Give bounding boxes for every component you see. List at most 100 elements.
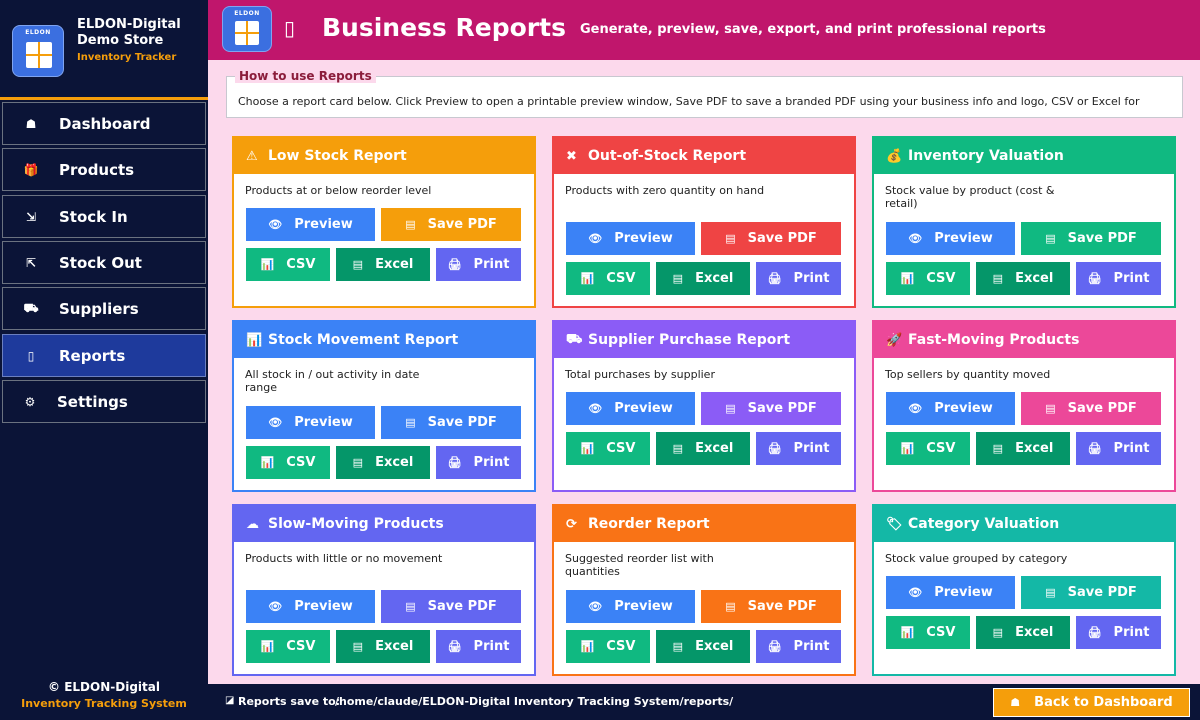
csv-button[interactable]: 📊 CSV	[886, 616, 970, 649]
sidebar-item-reports[interactable]: ▯ Reports	[2, 334, 206, 377]
card-header: 🏷 Category Valuation	[874, 506, 1174, 542]
csv-button[interactable]: 📊 CSV	[566, 432, 650, 465]
report-card-inventory-valuation: 💰 Inventory Valuation Stock value by produ…	[872, 136, 1176, 308]
csv-button[interactable]: 📊 CSV	[566, 262, 650, 295]
button-label: Preview	[614, 599, 673, 614]
csv-button[interactable]: 📊 CSV	[566, 630, 650, 663]
sidebar-item-products[interactable]: 🎁 Products	[2, 148, 206, 191]
logo-tag: ELDON	[25, 29, 51, 36]
sidebar-item-dashboard[interactable]: ☗ Dashboard	[2, 102, 206, 145]
excel-button[interactable]: ▤ Excel	[656, 262, 750, 295]
excel-button[interactable]: ▤ Excel	[336, 248, 430, 281]
sidebar-item-stock-out[interactable]: ⇱ Stock Out	[2, 241, 206, 284]
csv-button[interactable]: 📊 CSV	[886, 432, 970, 465]
print-button[interactable]: 🖨 Print	[436, 446, 521, 479]
csv-button[interactable]: 📊 CSV	[246, 630, 330, 663]
button-label: Save PDF	[747, 231, 817, 246]
rocket-icon: 🚀	[886, 332, 903, 348]
preview-button[interactable]: 👁 Preview	[886, 392, 1015, 425]
document-icon: ▤	[405, 218, 416, 231]
report-card-supplier-purchase-report: ⛟ Supplier Purchase Report Total purchases…	[552, 320, 856, 492]
save-pdf-button[interactable]: ▤ Save PDF	[1021, 576, 1161, 609]
excel-button[interactable]: ▤ Excel	[656, 432, 750, 465]
grid-icon	[235, 21, 259, 45]
report-icon: ▯	[27, 348, 35, 363]
preview-button[interactable]: 👁 Preview	[566, 392, 695, 425]
store-subtitle: Inventory Tracker	[77, 52, 177, 63]
printer-icon: 🖨	[767, 442, 782, 455]
store-logo: ELDON	[12, 25, 64, 77]
card-title: Fast-Moving Products	[908, 332, 1080, 348]
preview-button[interactable]: 👁 Preview	[886, 576, 1015, 609]
page-title: Business Reports	[322, 13, 566, 42]
back-to-dashboard-button[interactable]: ☗ Back to Dashboard	[993, 688, 1190, 717]
save-pdf-button[interactable]: ▤ Save PDF	[701, 222, 841, 255]
spreadsheet-icon: ▤	[672, 640, 684, 653]
csv-button[interactable]: 📊 CSV	[246, 248, 330, 281]
button-label: Print	[793, 639, 830, 654]
excel-button[interactable]: ▤ Excel	[336, 630, 430, 663]
save-pdf-button[interactable]: ▤ Save PDF	[381, 406, 521, 439]
brand-header: ELDON ELDON-Digital Demo Store Inventory…	[0, 0, 208, 100]
preview-button[interactable]: 👁 Preview	[566, 590, 695, 623]
print-button[interactable]: 🖨 Print	[756, 262, 841, 295]
button-label: Preview	[614, 401, 673, 416]
excel-button[interactable]: ▤ Excel	[976, 616, 1070, 649]
save-pdf-button[interactable]: ▤ Save PDF	[1021, 222, 1161, 255]
document-icon: ▤	[405, 600, 416, 613]
button-label: Preview	[934, 231, 993, 246]
sidebar-item-settings[interactable]: ⚙ Settings	[2, 380, 206, 423]
report-icon: ▯	[284, 16, 296, 40]
excel-button[interactable]: ▤ Excel	[336, 446, 430, 479]
status-bar: ◪ Reports save to: /home/claude/ELDON-Di…	[208, 684, 1200, 720]
save-pdf-button[interactable]: ▤ Save PDF	[381, 590, 521, 623]
print-button[interactable]: 🖨 Print	[1076, 262, 1161, 295]
eye-icon: 👁	[588, 402, 603, 415]
preview-button[interactable]: 👁 Preview	[886, 222, 1015, 255]
button-label: CSV	[926, 271, 956, 286]
card-description: Products with little or no movement	[245, 552, 443, 565]
card-title: Slow-Moving Products	[268, 516, 444, 532]
preview-button[interactable]: 👁 Preview	[566, 222, 695, 255]
warning-icon: ⚠	[246, 148, 258, 164]
print-button[interactable]: 🖨 Print	[756, 432, 841, 465]
preview-button[interactable]: 👁 Preview	[246, 590, 375, 623]
report-card-stock-movement-report: 📊 Stock Movement Report All stock in / out…	[232, 320, 536, 492]
excel-button[interactable]: ▤ Excel	[976, 262, 1070, 295]
sidebar-item-stock-in[interactable]: ⇲ Stock In	[2, 195, 206, 238]
save-pdf-button[interactable]: ▤ Save PDF	[381, 208, 521, 241]
sidebar-item-label: Stock In	[59, 207, 128, 226]
save-pdf-button[interactable]: ▤ Save PDF	[1021, 392, 1161, 425]
print-button[interactable]: 🖨 Print	[756, 630, 841, 663]
header-logo-tag: ELDON	[234, 10, 260, 17]
report-card-fast-moving-products: 🚀 Fast-Moving Products Top sellers by quan…	[872, 320, 1176, 492]
card-description: All stock in / out activity in date rang…	[245, 368, 420, 394]
button-label: Preview	[934, 585, 993, 600]
csv-button[interactable]: 📊 CSV	[886, 262, 970, 295]
button-label: CSV	[606, 441, 636, 456]
system-name: Inventory Tracking System	[21, 697, 187, 710]
print-button[interactable]: 🖨 Print	[436, 248, 521, 281]
gift-icon: 🎁	[23, 162, 39, 177]
sidebar-item-suppliers[interactable]: ⛟ Suppliers	[2, 287, 206, 330]
save-pdf-button[interactable]: ▤ Save PDF	[701, 392, 841, 425]
button-label: Preview	[934, 401, 993, 416]
cloud-icon: ☁	[246, 516, 259, 532]
print-button[interactable]: 🖨 Print	[1076, 432, 1161, 465]
csv-button[interactable]: 📊 CSV	[246, 446, 330, 479]
preview-button[interactable]: 👁 Preview	[246, 208, 375, 241]
document-icon: ▤	[1045, 232, 1056, 245]
page-subtitle: Generate, preview, save, export, and pri…	[580, 22, 1046, 37]
print-button[interactable]: 🖨 Print	[436, 630, 521, 663]
preview-button[interactable]: 👁 Preview	[246, 406, 375, 439]
spreadsheet-icon: ▤	[672, 272, 684, 285]
print-button[interactable]: 🖨 Print	[1076, 616, 1161, 649]
sidebar: ELDON ELDON-Digital Demo Store Inventory…	[0, 0, 208, 720]
button-label: Preview	[294, 217, 353, 232]
excel-button[interactable]: ▤ Excel	[656, 630, 750, 663]
button-label: Preview	[614, 231, 673, 246]
excel-button[interactable]: ▤ Excel	[976, 432, 1070, 465]
save-pdf-button[interactable]: ▤ Save PDF	[701, 590, 841, 623]
save-location-label: Reports save to:	[238, 695, 341, 708]
button-label: Preview	[294, 415, 353, 430]
